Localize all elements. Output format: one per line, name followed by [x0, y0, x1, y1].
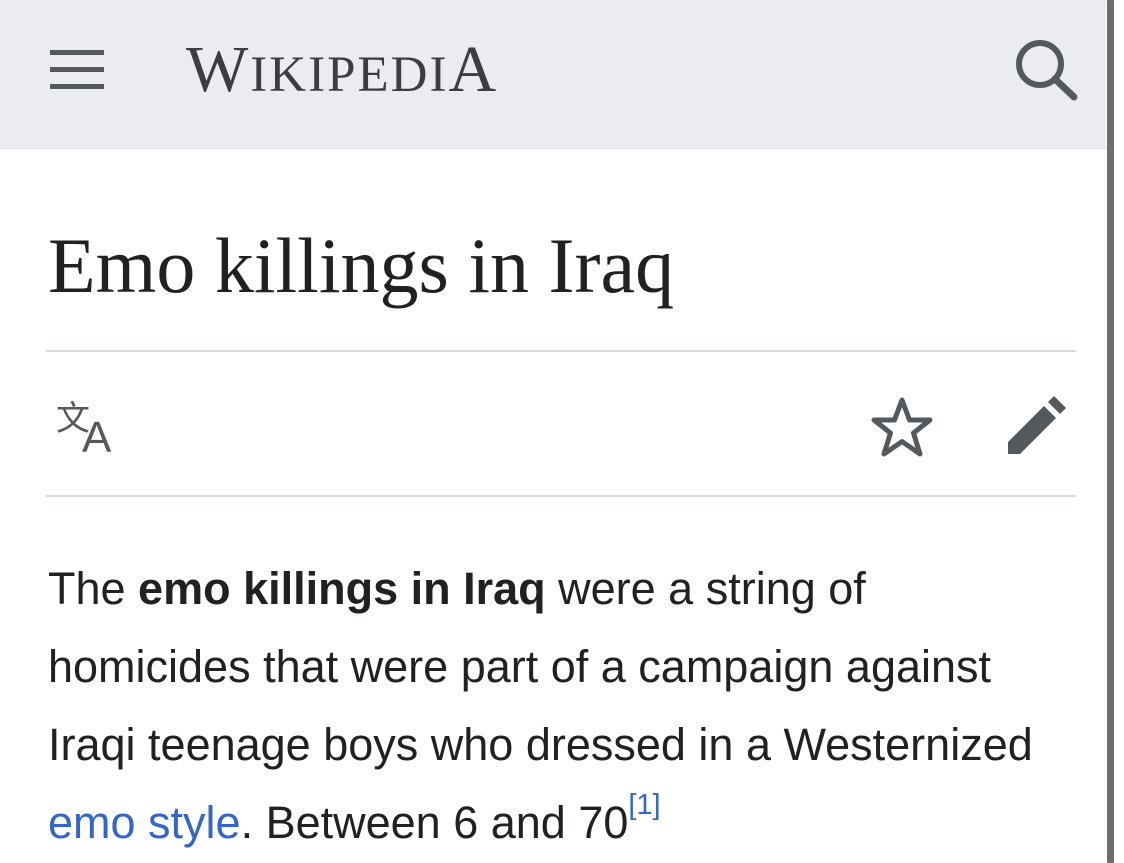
lead-paragraph: The emo killings in Iraq were a string o…: [48, 550, 1078, 862]
hamburger-menu-icon[interactable]: [44, 44, 110, 96]
logo-letter-a: A: [448, 33, 499, 106]
citation-link[interactable]: [1]: [628, 789, 660, 821]
lead-bold-term: emo killings in Iraq: [138, 563, 546, 614]
pencil-edit-icon[interactable]: [998, 392, 1070, 464]
wikipedia-wordmark-logo[interactable]: WIKIPEDIA: [186, 30, 498, 110]
title-divider: [46, 350, 1076, 352]
search-icon[interactable]: [1008, 34, 1084, 104]
lead-text-start: The: [48, 563, 139, 614]
page-title: Emo killings in Iraq: [48, 222, 675, 309]
lead-text-end: . Between 6 and 70: [240, 797, 629, 848]
logo-small-caps: IKIPEDI: [250, 47, 449, 103]
scrollbar[interactable]: [1107, 0, 1114, 863]
logo-letter-w: W: [186, 33, 251, 106]
svg-text:A: A: [82, 413, 112, 458]
star-icon[interactable]: [866, 392, 938, 464]
top-header-bar: WIKIPEDIA: [0, 0, 1106, 149]
language-translate-icon[interactable]: 文 A: [52, 394, 128, 458]
emo-style-link[interactable]: emo style: [48, 797, 241, 848]
citation-ref: [1]: [628, 789, 660, 821]
actions-divider: [46, 495, 1076, 497]
